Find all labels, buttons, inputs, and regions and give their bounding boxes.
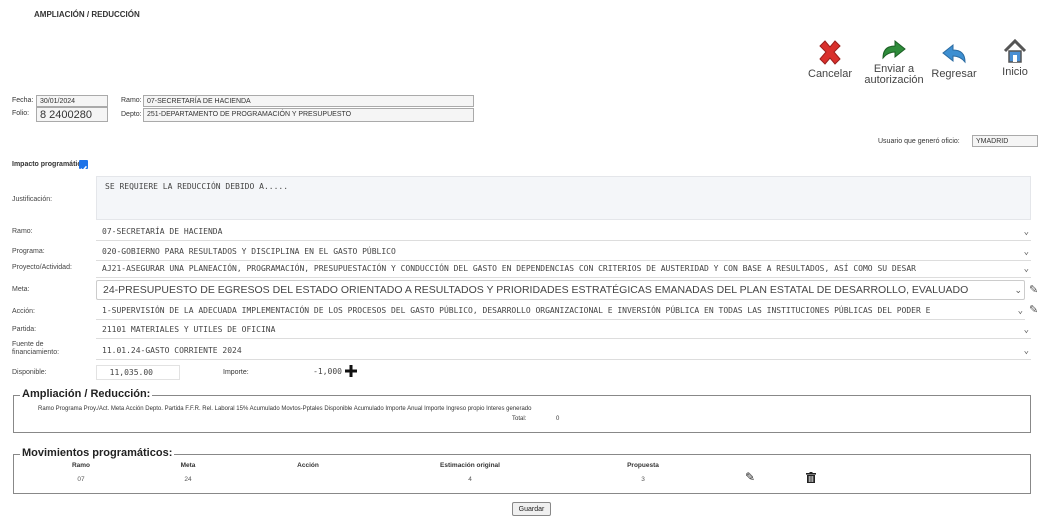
home-label: Inicio bbox=[1002, 66, 1028, 78]
col-estimacion-header: Estimación original bbox=[440, 462, 500, 469]
send-arrow-icon bbox=[882, 39, 906, 60]
cancel-x-icon bbox=[819, 40, 841, 65]
ramo-label: Ramo: bbox=[12, 228, 33, 235]
home-button[interactable]: Inicio bbox=[998, 38, 1032, 78]
col-ramo-header: Ramo bbox=[71, 462, 91, 469]
fuente-label: Fuente de financiamiento: bbox=[12, 341, 59, 357]
col-propuesta-header: Propuesta bbox=[627, 462, 659, 469]
cancel-button[interactable]: Cancelar bbox=[808, 38, 852, 80]
disponible-field: 11,035.00 bbox=[96, 365, 180, 380]
accion-select[interactable]: 1-SUPERVISIÓN DE LA ADECUADA IMPLEMENTAC… bbox=[96, 303, 1025, 320]
chevron-down-icon: ⌄ bbox=[1023, 264, 1029, 274]
usuario-field[interactable]: YMADRID bbox=[972, 135, 1038, 147]
delete-row-button[interactable] bbox=[806, 470, 816, 488]
cell-meta: 24 bbox=[184, 476, 192, 483]
back-label: Regresar bbox=[931, 68, 977, 80]
accion-label: Acción: bbox=[12, 308, 35, 315]
add-button[interactable] bbox=[345, 364, 357, 377]
plus-icon bbox=[345, 365, 357, 377]
total-label: Total: bbox=[512, 416, 527, 422]
partida-select-value: 21101 MATERIALES Y UTILES DE OFICINA bbox=[102, 325, 276, 334]
chevron-down-icon: ⌄ bbox=[1023, 346, 1029, 356]
ramo-info-label: Ramo: bbox=[121, 97, 142, 104]
send-label-2: autorización bbox=[864, 74, 924, 86]
pencil-icon[interactable]: ✎ bbox=[1029, 303, 1038, 316]
ampliacion-columns: Ramo Programa Proy./Act. Meta Acción Dep… bbox=[38, 406, 532, 412]
cancel-label: Cancelar bbox=[808, 68, 853, 80]
movimientos-box bbox=[13, 454, 1031, 494]
proyecto-label: Proyecto/Actividad: bbox=[12, 264, 72, 271]
ramo-select-value: 07-SECRETARÍA DE HACIENDA bbox=[102, 227, 223, 236]
disponible-label: Disponible: bbox=[12, 369, 47, 376]
chevron-down-icon: ⌄ bbox=[1017, 306, 1023, 316]
fecha-field[interactable]: 30/01/2024 bbox=[36, 95, 108, 107]
impacto-label: Impacto programático bbox=[12, 161, 86, 168]
usuario-label: Usuario que generó oficio: bbox=[878, 138, 960, 145]
programa-label: Programa: bbox=[12, 248, 45, 255]
justificacion-label: Justificación: bbox=[12, 196, 53, 203]
folio-label: Folio: bbox=[12, 110, 30, 117]
meta-select-value: 24-PRESUPUESTO DE EGRESOS DEL ESTADO ORI… bbox=[103, 284, 969, 296]
justificacion-textarea[interactable]: SE REQUIERE LA REDUCCIÓN DEBIDO A..... bbox=[96, 176, 1031, 220]
depto-info-field[interactable]: 251-DEPARTAMENTO DE PROGRAMACIÓN Y PRESU… bbox=[143, 108, 474, 122]
partida-label: Partida: bbox=[12, 326, 37, 333]
partida-select[interactable]: 21101 MATERIALES Y UTILES DE OFICINA ⌄ bbox=[96, 322, 1031, 339]
fuente-select-value: 11.01.24-GASTO CORRIENTE 2024 bbox=[102, 346, 242, 355]
chevron-down-icon: ⌄ bbox=[1023, 247, 1029, 257]
save-button[interactable]: Guardar bbox=[512, 502, 551, 516]
chevron-down-icon: ⌄ bbox=[1014, 285, 1022, 295]
pencil-icon: ✎ bbox=[745, 470, 756, 484]
trash-icon bbox=[806, 472, 816, 483]
fecha-label: Fecha: bbox=[12, 97, 34, 104]
meta-select[interactable]: 24-PRESUPUESTO DE EGRESOS DEL ESTADO ORI… bbox=[96, 280, 1025, 300]
col-accion-header: Acción bbox=[297, 462, 319, 469]
cell-estimacion: 4 bbox=[468, 476, 472, 483]
ampliacion-title: Ampliación / Reducción: bbox=[20, 388, 153, 400]
send-authorization-button[interactable]: Enviar a autorización bbox=[858, 38, 930, 86]
ampliacion-box bbox=[13, 395, 1031, 433]
programa-select[interactable]: 020-GOBIERNO PARA RESULTADOS Y DISCIPLIN… bbox=[96, 244, 1031, 261]
fuente-select[interactable]: 11.01.24-GASTO CORRIENTE 2024 ⌄ bbox=[96, 343, 1031, 360]
total-value: 0 bbox=[556, 416, 560, 422]
proyecto-select-value: AJ21-ASEGURAR UNA PLANEACIÓN, PROGRAMACI… bbox=[102, 264, 916, 273]
fuente-label-2: financiamiento: bbox=[12, 349, 60, 356]
home-icon bbox=[1003, 38, 1027, 63]
edit-row-button[interactable]: ✎ bbox=[745, 470, 755, 484]
chevron-down-icon: ⌄ bbox=[1023, 227, 1029, 237]
cell-ramo: 07 bbox=[77, 476, 85, 483]
cell-propuesta: 3 bbox=[641, 476, 645, 483]
back-arrow-icon bbox=[942, 43, 966, 64]
accion-select-value: 1-SUPERVISIÓN DE LA ADECUADA IMPLEMENTAC… bbox=[102, 306, 931, 315]
ramo-info-field[interactable]: 07-SECRETARÍA DE HACIENDA bbox=[143, 95, 474, 107]
programa-select-value: 020-GOBIERNO PARA RESULTADOS Y DISCIPLIN… bbox=[102, 247, 396, 256]
back-button[interactable]: Regresar bbox=[930, 40, 978, 80]
chevron-down-icon: ⌄ bbox=[1023, 325, 1029, 335]
folio-field[interactable]: 8 2400280 bbox=[36, 107, 108, 122]
page-title: AMPLIACIÓN / REDUCCIÓN bbox=[34, 10, 140, 19]
pencil-icon[interactable]: ✎ bbox=[1029, 283, 1038, 296]
movimientos-title: Movimientos programáticos: bbox=[20, 447, 175, 459]
meta-label: Meta: bbox=[12, 286, 30, 293]
checkbox-icon bbox=[80, 165, 87, 172]
depto-info-label: Depto: bbox=[121, 111, 142, 118]
importe-label: Importe: bbox=[223, 369, 249, 376]
proyecto-select[interactable]: AJ21-ASEGURAR UNA PLANEACIÓN, PROGRAMACI… bbox=[96, 261, 1031, 278]
col-meta-header: Meta bbox=[180, 462, 196, 469]
impacto-checkbox[interactable] bbox=[79, 160, 88, 172]
ramo-select[interactable]: 07-SECRETARÍA DE HACIENDA ⌄ bbox=[96, 224, 1031, 241]
fuente-label-1: Fuente de bbox=[12, 341, 44, 348]
